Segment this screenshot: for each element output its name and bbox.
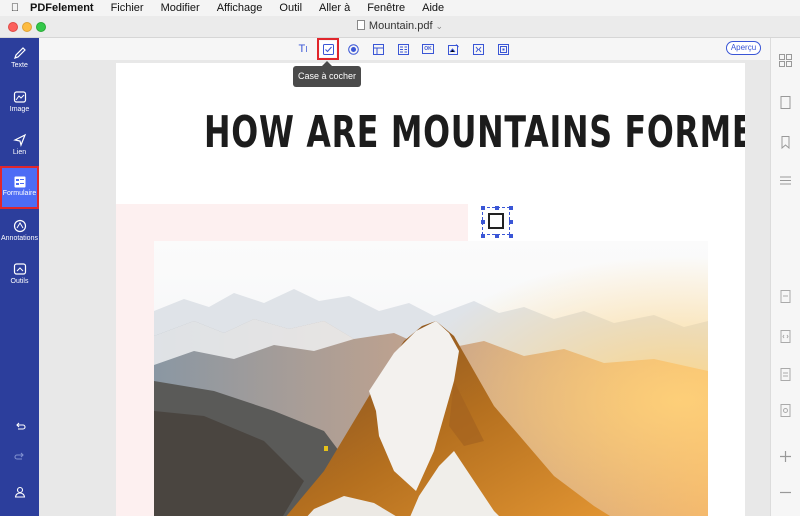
resize-handle[interactable] — [495, 234, 499, 238]
menu-fenetre[interactable]: Fenêtre — [367, 2, 405, 14]
tools-icon — [13, 263, 26, 275]
undo-button[interactable] — [0, 420, 39, 436]
outline-icon[interactable] — [779, 174, 792, 187]
user-icon — [14, 486, 25, 498]
image-field-icon — [447, 43, 459, 55]
sidebar-item-label: Annotations — [1, 235, 38, 242]
resize-handle[interactable] — [509, 220, 513, 224]
bookmark-icon[interactable] — [779, 136, 792, 149]
combo-box-button[interactable] — [370, 41, 386, 57]
list-box-icon — [397, 43, 409, 55]
signature-field-button[interactable] — [495, 41, 511, 57]
chevron-down-icon: ⌄ — [435, 21, 444, 31]
apple-icon[interactable]:  — [0, 2, 30, 14]
checkbox-box[interactable] — [488, 213, 504, 229]
annotation-icon — [13, 219, 26, 233]
page-icon[interactable] — [779, 96, 792, 109]
sidebar-item-label: Formulaire — [2, 190, 37, 197]
sidebar-item-image[interactable]: Image — [0, 90, 39, 126]
push-button-button[interactable]: OK — [420, 41, 436, 57]
tooltip: Case à cocher — [293, 61, 361, 87]
sidebar-item-label: Outils — [10, 278, 29, 285]
mountain-photo[interactable] — [154, 241, 708, 516]
form-toolbar: TI OK Aperçu — [39, 38, 770, 60]
resize-handle[interactable] — [481, 220, 485, 224]
left-sidebar: Texte Image Lien Formulaire Annotations … — [0, 38, 39, 516]
text-field-icon: T — [298, 43, 306, 55]
undo-icon — [15, 422, 26, 430]
user-button[interactable] — [0, 486, 39, 502]
redo-button[interactable] — [0, 450, 39, 466]
resize-handle[interactable] — [481, 234, 485, 238]
resize-handle[interactable] — [495, 206, 499, 210]
sidebar-item-label: Image — [9, 106, 30, 113]
doc-icon[interactable] — [779, 368, 792, 381]
radio-button-icon — [347, 43, 359, 55]
sidebar-item-formulaire[interactable]: Formulaire — [0, 166, 39, 209]
menu-app[interactable]: PDFelement — [30, 2, 94, 14]
mountain-photo-image — [154, 241, 708, 516]
document-title-text: Mountain.pdf — [368, 20, 433, 32]
checkbox-form-field[interactable] — [481, 206, 513, 238]
preview-button[interactable]: Aperçu — [726, 41, 761, 55]
resize-handle[interactable] — [481, 206, 485, 210]
date-field-button[interactable] — [470, 41, 486, 57]
title-bar: Mountain.pdf ⌄ — [0, 16, 800, 38]
pdf-file-icon — [356, 20, 365, 30]
document-heading[interactable]: HOW ARE MOUNTAINS FORMED? — [204, 107, 745, 158]
zoom-in-icon[interactable] — [779, 450, 792, 463]
sidebar-item-outils[interactable]: Outils — [0, 262, 39, 298]
resize-handle[interactable] — [509, 234, 513, 238]
form-icon — [14, 176, 25, 188]
date-field-icon — [472, 43, 484, 55]
sidebar-item-lien[interactable]: Lien — [0, 133, 39, 169]
document-area[interactable]: HOW ARE MOUNTAINS FORMED? — [39, 60, 770, 516]
sidebar-item-label: Lien — [12, 149, 27, 156]
signature-field-icon — [497, 43, 509, 55]
thumbnails-icon[interactable] — [779, 54, 792, 67]
menu-modifier[interactable]: Modifier — [161, 2, 200, 14]
button-icon: OK — [422, 44, 434, 54]
menu-aller-a[interactable]: Aller à — [319, 2, 350, 14]
combo-box-icon — [372, 43, 384, 55]
link-icon — [12, 133, 26, 147]
menu-outil[interactable]: Outil — [279, 2, 302, 14]
image-field-button[interactable] — [445, 41, 461, 57]
menu-affichage[interactable]: Affichage — [217, 2, 263, 14]
redo-icon — [13, 452, 24, 460]
pdf-icon[interactable] — [779, 290, 792, 303]
sidebar-item-annotations[interactable]: Annotations — [0, 219, 39, 255]
checkbox-icon — [322, 43, 334, 55]
pdf-page[interactable]: HOW ARE MOUNTAINS FORMED? — [116, 63, 745, 516]
menu-fichier[interactable]: Fichier — [111, 2, 144, 14]
code-icon[interactable] — [779, 330, 792, 343]
sidebar-item-label: Texte — [11, 62, 28, 69]
sidebar-item-texte[interactable]: Texte — [0, 46, 39, 82]
zoom-out-icon[interactable] — [779, 486, 792, 499]
text-field-button[interactable]: TI — [295, 41, 311, 57]
menu-aide[interactable]: Aide — [422, 2, 444, 14]
right-sidebar — [770, 38, 800, 516]
image-icon — [13, 91, 26, 103]
menu-bar:  PDFelement Fichier Modifier Affichage … — [0, 0, 800, 16]
print-icon[interactable] — [779, 404, 792, 417]
list-box-button[interactable] — [395, 41, 411, 57]
resize-handle[interactable] — [509, 206, 513, 210]
pencil-icon — [13, 47, 26, 59]
checkbox-button[interactable] — [317, 38, 339, 60]
document-title[interactable]: Mountain.pdf ⌄ — [0, 20, 800, 32]
radio-button-button[interactable] — [345, 41, 361, 57]
